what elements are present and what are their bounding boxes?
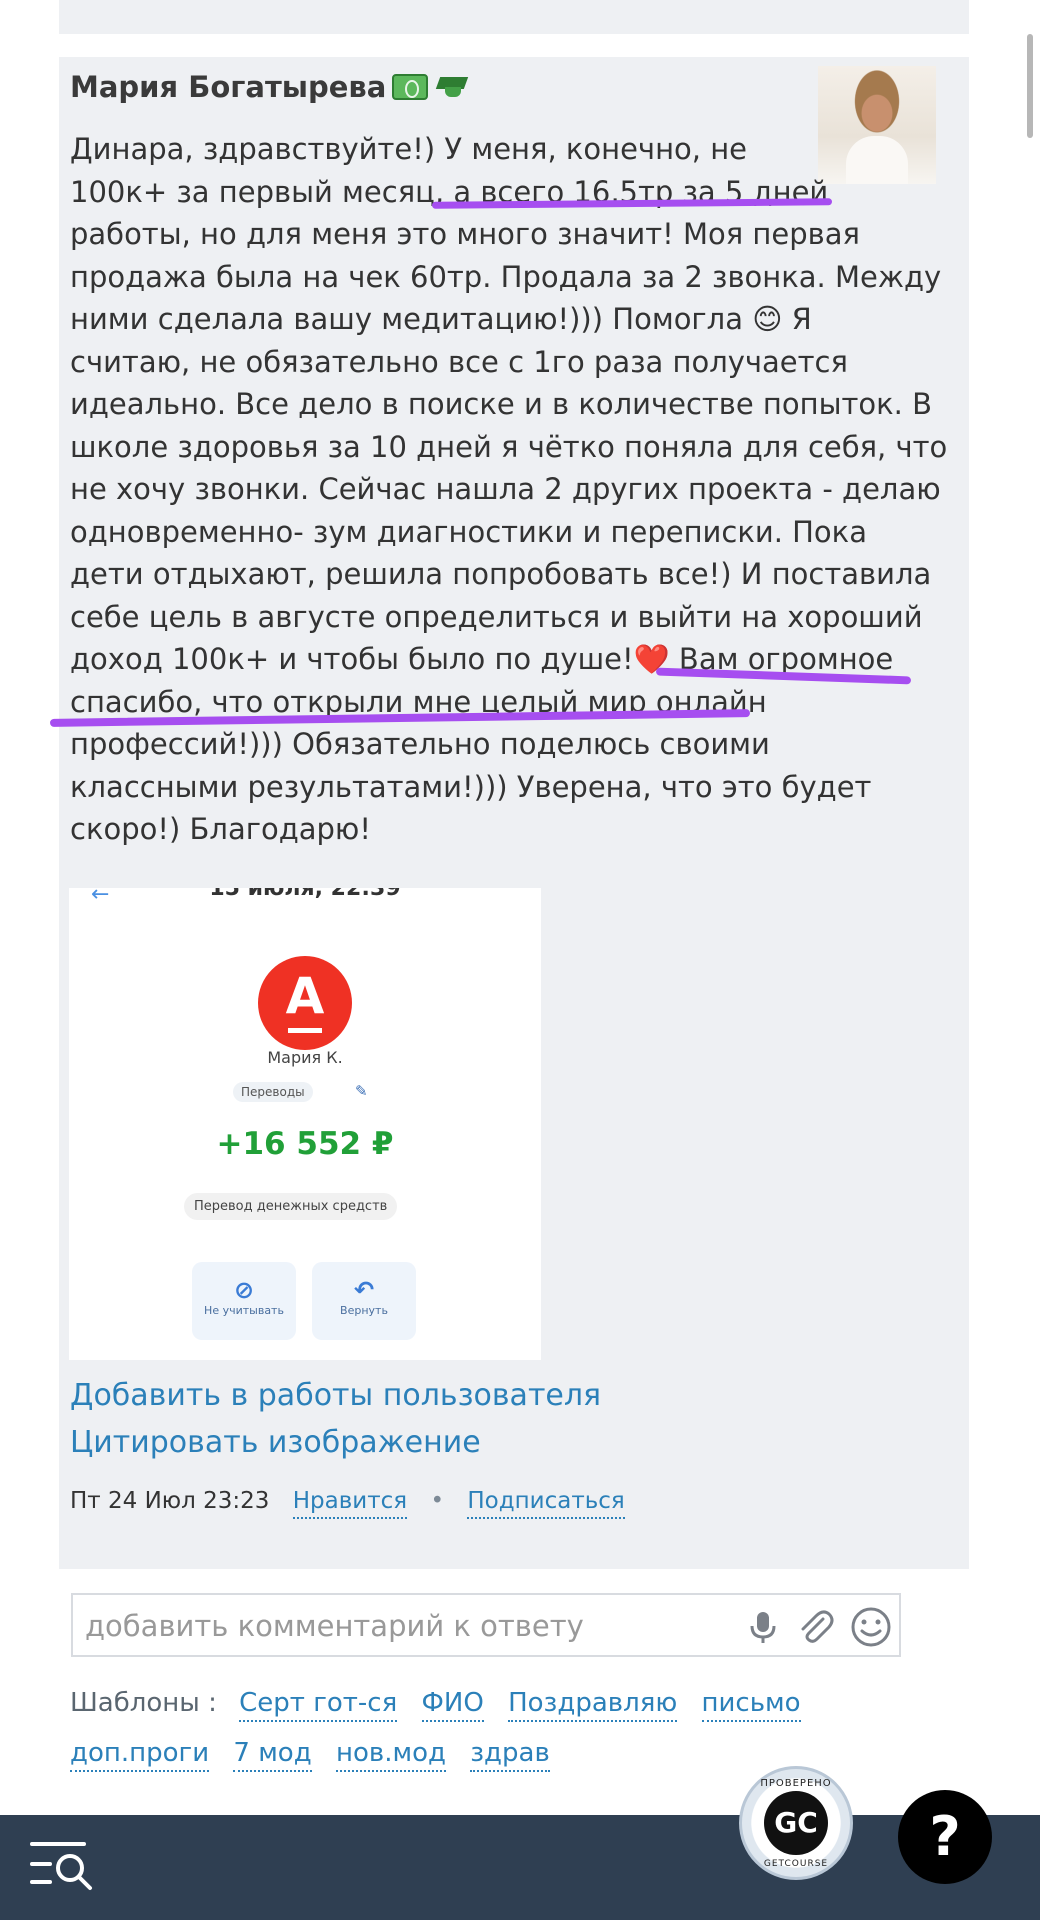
receipt-date: 15 июля, 22:39 <box>209 888 401 901</box>
template-item[interactable]: здрав <box>470 1738 550 1772</box>
bank-logo-letter: А <box>285 967 325 1025</box>
comment-input-box <box>71 1593 901 1657</box>
scrollbar[interactable] <box>1027 34 1033 138</box>
badge-ring-bottom: GETCOURSE <box>763 1859 829 1869</box>
template-item[interactable]: Поздравляю <box>508 1688 678 1722</box>
template-item[interactable]: ФИО <box>421 1688 484 1722</box>
attached-image-receipt[interactable]: ← 15 июля, 22:39 А Мария К. Переводы ✎ +… <box>69 888 541 1360</box>
templates-label: Шаблоны : <box>70 1688 217 1718</box>
previous-comment-card <box>59 0 969 34</box>
receipt-return-label: Вернуть <box>340 1304 388 1317</box>
bottom-bar <box>0 1815 1040 1920</box>
return-icon: ↶ <box>353 1276 375 1304</box>
template-item[interactable]: Серт гот-ся <box>239 1688 398 1722</box>
receipt-return-button: ↶ Вернуть <box>312 1262 416 1340</box>
graduation-cap-icon <box>434 74 472 100</box>
help-button[interactable]: ? <box>898 1790 992 1884</box>
getcourse-verified-badge[interactable]: ПРОВЕРЕНО GC GETCOURSE <box>739 1766 853 1880</box>
mic-icon[interactable] <box>745 1609 781 1645</box>
pencil-icon: ✎ <box>355 1082 368 1100</box>
like-link[interactable]: Нравится <box>292 1488 408 1519</box>
comment-input[interactable] <box>83 1603 727 1649</box>
author-line: Мария Богатырева <box>70 70 472 104</box>
quote-image-link[interactable]: Цитировать изображение <box>70 1425 481 1460</box>
template-item[interactable]: доп.проги <box>70 1738 210 1772</box>
meta-separator: • <box>430 1488 445 1514</box>
comment-meta: Пт 24 Июл 23:23 Нравится • Подписаться <box>70 1488 625 1519</box>
bank-logo-bar <box>288 1028 322 1033</box>
comment-date: Пт 24 Июл 23:23 <box>70 1488 270 1514</box>
menu-search-icon[interactable] <box>28 1836 98 1892</box>
money-badge-icon <box>392 74 429 100</box>
add-to-works-link[interactable]: Добавить в работы пользователя <box>70 1378 601 1413</box>
template-item[interactable]: письмо <box>701 1688 801 1722</box>
comment-text: Динара, здравствуйте!) У меня, конечно, … <box>70 132 948 846</box>
receipt-description: Перевод денежных средств <box>184 1193 398 1220</box>
template-item[interactable]: 7 мод <box>233 1738 312 1772</box>
subscribe-link[interactable]: Подписаться <box>467 1488 625 1519</box>
template-item[interactable]: нов.мод <box>335 1738 446 1772</box>
templates-bar: Шаблоны : Серт гот-ся ФИО Поздравляю пис… <box>70 1678 930 1778</box>
smile-icon[interactable] <box>849 1605 893 1649</box>
paperclip-icon[interactable] <box>795 1607 835 1647</box>
receipt-ignore-button: ⊘ Не учитывать <box>192 1262 296 1340</box>
receipt-sender: Мария К. <box>267 1048 343 1067</box>
receipt-amount: +16 552 ₽ <box>216 1126 394 1162</box>
badge-center: GC <box>764 1791 828 1855</box>
bank-logo: А <box>258 956 352 1050</box>
badge-ring-top: ПРОВЕРЕНО <box>760 1778 832 1789</box>
ignore-icon: ⊘ <box>233 1276 255 1304</box>
author-name[interactable]: Мария Богатырева <box>70 70 386 104</box>
receipt-ignore-label: Не учитывать <box>204 1304 284 1317</box>
receipt-category: Переводы <box>233 1082 313 1102</box>
